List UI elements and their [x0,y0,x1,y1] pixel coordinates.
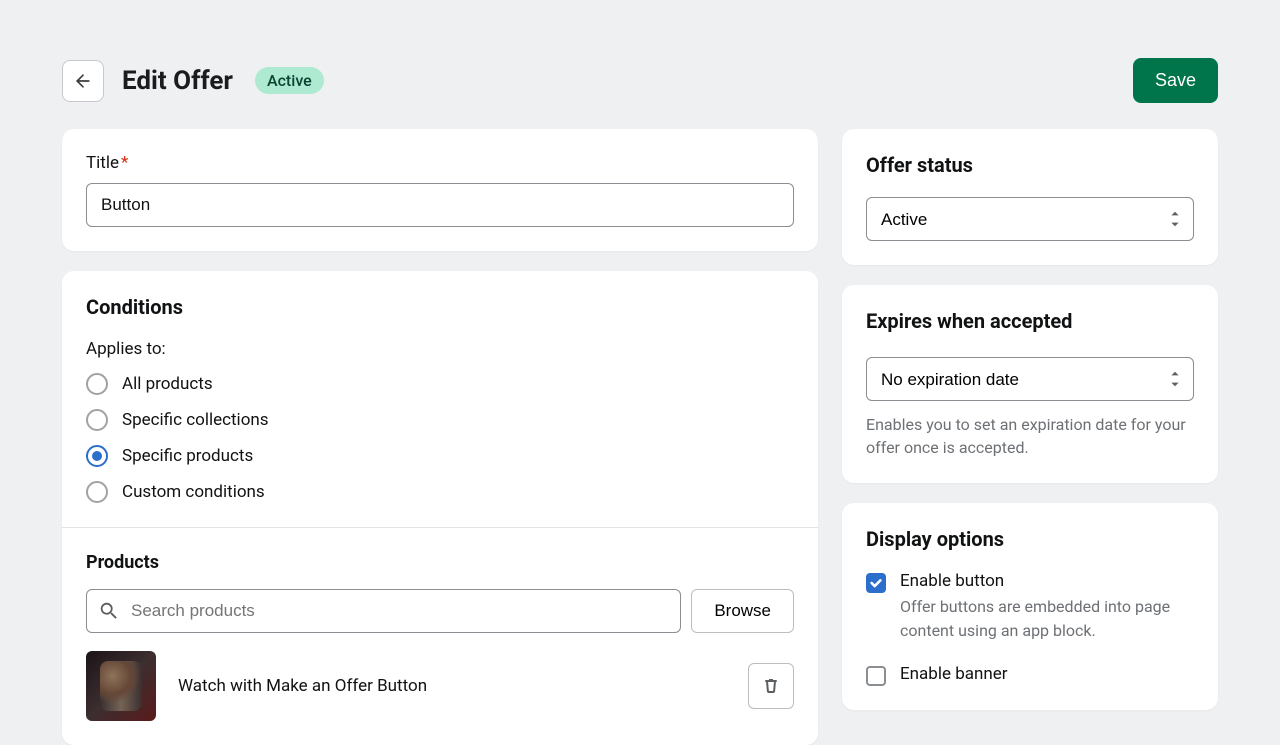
product-thumbnail [86,651,156,721]
radio-custom-conditions[interactable]: Custom conditions [86,481,794,503]
status-badge: Active [255,67,324,94]
conditions-card: Conditions Applies to: All products Spec… [62,271,818,745]
radio-icon [86,409,108,431]
enable-button-option[interactable]: Enable button Offer buttons are embedded… [866,571,1194,641]
expires-heading: Expires when accepted [866,309,1194,333]
enable-banner-option[interactable]: Enable banner [866,664,1194,686]
checkbox-icon [866,573,886,593]
display-options-heading: Display options [866,527,1194,551]
enable-button-desc: Offer buttons are embedded into page con… [900,595,1194,641]
radio-all-products[interactable]: All products [86,373,794,395]
expires-card: Expires when accepted No expiration date… [842,285,1218,483]
display-options-card: Display options Enable button Offer butt… [842,503,1218,709]
radio-icon [86,481,108,503]
page-title: Edit Offer [122,66,233,96]
applies-to-label: Applies to: [86,339,794,359]
radio-specific-products[interactable]: Specific products [86,445,794,467]
offer-status-card: Offer status Active [842,129,1218,265]
products-heading: Products [86,552,794,573]
page-header: Edit Offer Active Save [62,58,1218,103]
title-label: Title* [86,153,794,173]
browse-button[interactable]: Browse [691,589,794,633]
product-list-item: Watch with Make an Offer Button [86,651,794,721]
back-button[interactable] [62,60,104,102]
product-name: Watch with Make an Offer Button [178,676,726,696]
radio-icon [86,445,108,467]
expires-help-text: Enables you to set an expiration date fo… [866,413,1194,459]
radio-icon [86,373,108,395]
title-input[interactable] [86,183,794,227]
trash-icon [761,676,781,696]
conditions-heading: Conditions [86,295,794,319]
expiration-select[interactable]: No expiration date [866,357,1194,401]
offer-status-heading: Offer status [866,153,1194,177]
title-card: Title* [62,129,818,251]
save-button[interactable]: Save [1133,58,1218,103]
enable-button-label: Enable button [900,571,1194,591]
search-icon [98,600,120,622]
offer-status-select[interactable]: Active [866,197,1194,241]
arrow-left-icon [73,71,93,91]
radio-specific-collections[interactable]: Specific collections [86,409,794,431]
checkbox-icon [866,666,886,686]
remove-product-button[interactable] [748,663,794,709]
products-search-input[interactable] [86,589,681,633]
applies-to-group: All products Specific collections Specif… [86,373,794,503]
enable-banner-label: Enable banner [900,664,1194,684]
